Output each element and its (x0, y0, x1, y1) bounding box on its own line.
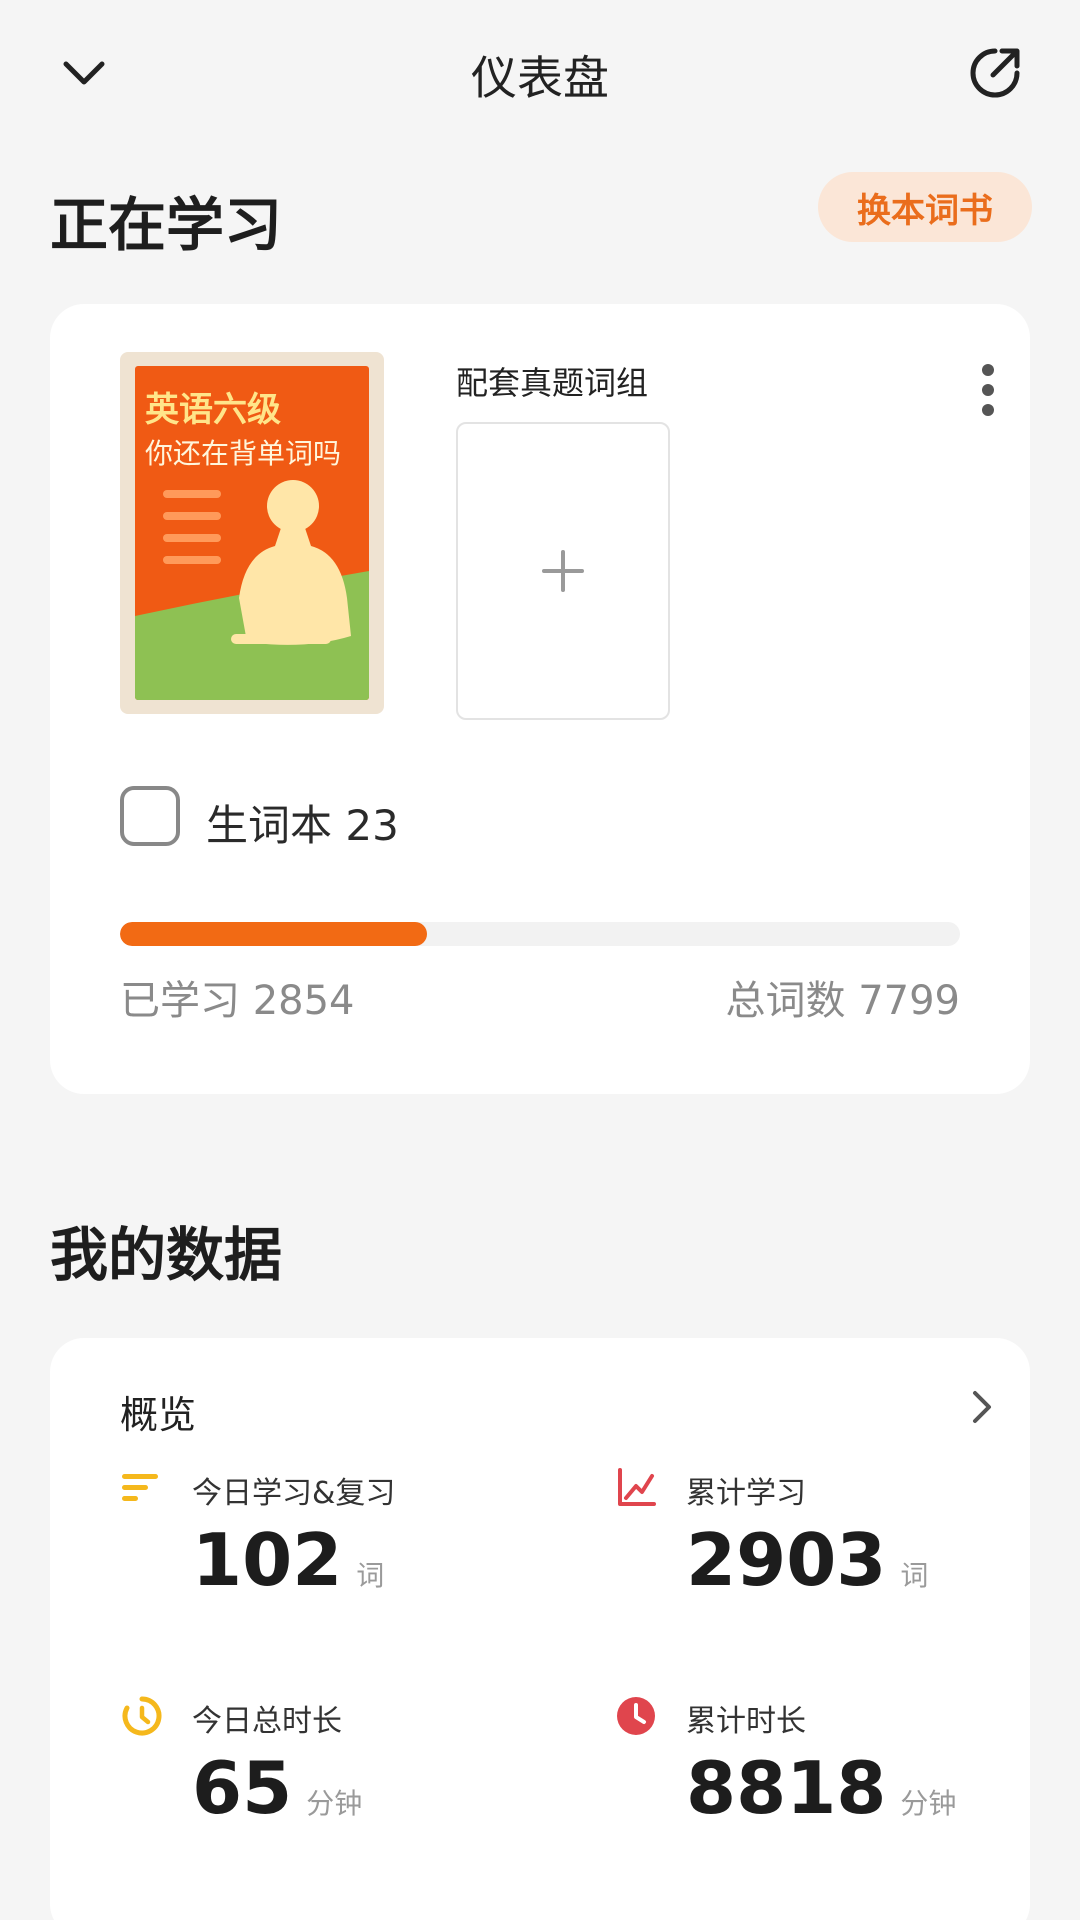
dashboard-page: 仪表盘 正在学习 换本词书 英语六级 你还在背单词吗 配套真题词组 生词本 23… (0, 0, 1080, 1920)
stat-value-row: 65 分钟 (192, 1752, 362, 1824)
stat-unit: 词 (356, 1559, 385, 1592)
line-chart-icon (618, 1468, 656, 1506)
learning-progress-bar (120, 922, 960, 946)
stat-label: 今日总时长 (192, 1704, 342, 1739)
clock-icon (617, 1697, 655, 1735)
add-phrase-book-button[interactable] (456, 422, 670, 720)
top-bar: 仪表盘 (0, 0, 1080, 145)
stat-value-row: 2903 词 (686, 1524, 928, 1596)
stat-unit: 分钟 (306, 1787, 363, 1820)
learning-progress-fill (120, 922, 428, 946)
book-title: 英语六级 (145, 390, 281, 430)
overview-label[interactable]: 概览 (120, 1384, 196, 1439)
bars-icon (122, 1474, 158, 1501)
learning-section-title: 正在学习 (50, 191, 283, 259)
addon-label: 配套真题词组 (456, 364, 649, 402)
stat-value-row: 102 词 (192, 1524, 384, 1596)
stat-label: 累计学习 (686, 1476, 806, 1511)
stat-value-row: 8818 分钟 (686, 1752, 956, 1824)
data-overview-card: 概览 今日学习&复习 102 词 累计学习 2903 词 今日总时长 65 分钟… (50, 1338, 1030, 1920)
current-book-card: 英语六级 你还在背单词吗 配套真题词组 生词本 23 已学习 2854 总词数 … (50, 304, 1030, 1094)
chevron-right-icon (973, 1391, 991, 1423)
book-cover[interactable]: 英语六级 你还在背单词吗 (120, 352, 384, 714)
more-options-button[interactable] (968, 360, 1008, 420)
stat-value: 65 (192, 1746, 293, 1830)
total-count: 总词数 7799 (725, 978, 960, 1024)
vocab-book-checkbox[interactable] (120, 786, 180, 846)
stat-today-duration: 今日总时长 65 分钟 (120, 1694, 540, 1874)
vocab-book-label[interactable]: 生词本 23 (206, 792, 399, 853)
plus-icon (542, 550, 584, 592)
stat-unit: 词 (900, 1559, 929, 1592)
stat-unit: 分钟 (900, 1787, 957, 1820)
timer-icon (122, 1696, 162, 1736)
stat-total-duration: 累计时长 8818 分钟 (614, 1694, 1034, 1874)
cover-lines-decoration (163, 490, 221, 578)
share-button[interactable] (960, 38, 1030, 108)
stat-today-study: 今日学习&复习 102 词 (120, 1466, 540, 1646)
more-dot (982, 384, 994, 396)
stat-value: 8818 (686, 1746, 887, 1830)
stat-value: 102 (192, 1518, 343, 1602)
stat-total-learned: 累计学习 2903 词 (614, 1466, 1034, 1646)
swap-book-button[interactable]: 换本词书 (818, 172, 1032, 242)
page-title: 仪表盘 (471, 51, 609, 105)
stat-label: 今日学习&复习 (192, 1476, 396, 1511)
stat-label: 累计时长 (686, 1704, 806, 1739)
stat-value: 2903 (686, 1518, 887, 1602)
overview-open-button[interactable] (962, 1382, 1002, 1432)
book-cover-art: 英语六级 你还在背单词吗 (135, 366, 369, 700)
book-subtitle: 你还在背单词吗 (145, 437, 342, 470)
data-section-title: 我的数据 (50, 1221, 283, 1289)
share-circle-icon (970, 48, 1020, 98)
learned-count: 已学习 2854 (120, 978, 355, 1024)
more-dot (982, 404, 994, 416)
more-dot (982, 364, 994, 376)
